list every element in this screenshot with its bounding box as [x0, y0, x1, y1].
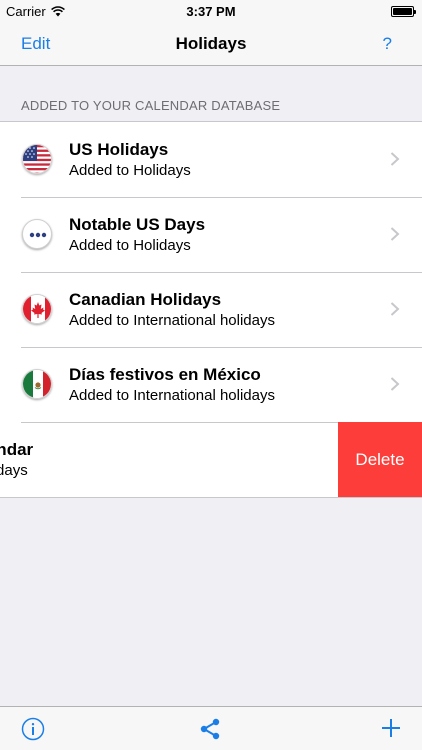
- calendar-row-pagan-swiped[interactable]: agan Calendar dded to Holidays Delete: [0, 422, 422, 497]
- delete-button[interactable]: Delete: [338, 422, 422, 497]
- chevron-right-icon: [390, 302, 400, 316]
- status-bar: Carrier 3:37 PM: [0, 0, 422, 22]
- canada-flag-icon: [22, 294, 52, 324]
- share-icon[interactable]: [198, 717, 222, 741]
- calendar-subtitle: dded to Holidays: [0, 462, 28, 479]
- status-time: 3:37 PM: [186, 4, 236, 19]
- chevron-right-icon: [390, 227, 400, 241]
- calendar-subtitle: Added to International holidays: [69, 387, 275, 404]
- bottom-toolbar: [0, 706, 422, 750]
- calendar-title: Canadian Holidays: [69, 290, 222, 309]
- battery-icon: [391, 6, 416, 17]
- chevron-right-icon: [390, 152, 400, 166]
- info-icon[interactable]: [21, 717, 45, 741]
- calendar-subtitle: Added to International holidays: [69, 312, 275, 329]
- calendar-subtitle: Added to Holidays: [69, 237, 191, 254]
- section-header: ADDED TO YOUR CALENDAR DATABASE: [21, 98, 281, 113]
- calendar-row-canadian-holidays[interactable]: Canadian Holidays Added to International…: [0, 272, 422, 347]
- us-flag-icon: [22, 144, 52, 174]
- calendar-subtitle: Added to Holidays: [69, 162, 191, 179]
- chevron-right-icon: [390, 377, 400, 391]
- calendar-row-notable-us-days[interactable]: Notable US Days Added to Holidays: [0, 197, 422, 272]
- page-title: Holidays: [175, 34, 247, 53]
- calendar-row-us-holidays[interactable]: US Holidays Added to Holidays: [0, 122, 422, 197]
- help-button[interactable]: ?: [383, 34, 392, 54]
- calendar-title: Notable US Days: [69, 215, 206, 234]
- calendar-list: US Holidays Added to Holidays Notable US…: [0, 121, 422, 498]
- calendar-title: US Holidays: [69, 140, 169, 159]
- ellipsis-icon: [22, 219, 52, 249]
- navigation-bar: Edit Holidays ?: [0, 22, 422, 66]
- calendar-title: Días festivos en México: [69, 365, 261, 384]
- calendar-title: agan Calendar: [0, 440, 34, 459]
- calendar-row-mexico[interactable]: Días festivos en México Added to Interna…: [0, 347, 422, 422]
- mexico-flag-icon: [22, 369, 52, 399]
- plus-icon[interactable]: [380, 717, 402, 739]
